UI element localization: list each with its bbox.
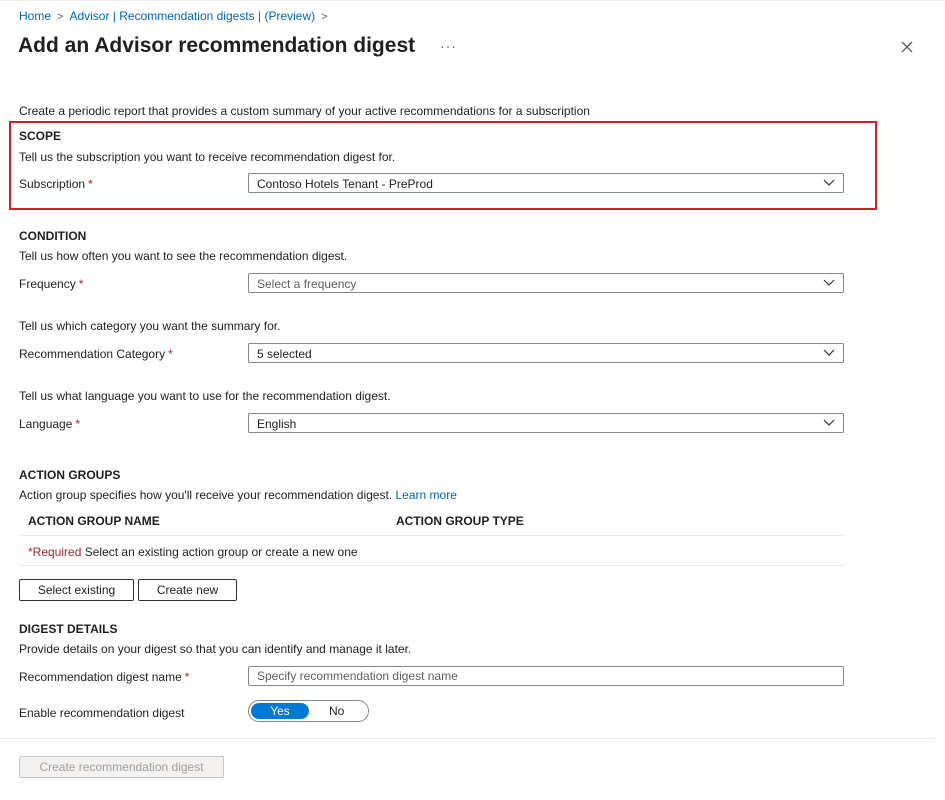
digest-name-input[interactable] bbox=[249, 667, 843, 685]
create-digest-button[interactable]: Create recommendation digest bbox=[19, 756, 224, 778]
close-icon[interactable] bbox=[899, 39, 915, 55]
top-border bbox=[0, 0, 945, 1]
footer-divider bbox=[0, 738, 935, 739]
scope-text: Tell us the subscription you want to rec… bbox=[19, 150, 396, 164]
toggle-yes-option[interactable]: Yes bbox=[251, 703, 309, 719]
action-groups-text: Action group specifies how you'll receiv… bbox=[19, 488, 457, 502]
learn-more-link[interactable]: Learn more bbox=[396, 488, 457, 502]
category-label: Recommendation Category * bbox=[19, 347, 173, 361]
breadcrumb-home[interactable]: Home bbox=[19, 9, 51, 23]
language-label-text: Language bbox=[19, 417, 73, 431]
language-text: Tell us what language you want to use fo… bbox=[19, 389, 391, 403]
table-bottom-divider bbox=[19, 565, 845, 566]
table-row: *Required Select an existing action grou… bbox=[28, 545, 358, 559]
required-star: * bbox=[75, 417, 81, 431]
breadcrumb-separator: > bbox=[57, 11, 64, 23]
digest-name-label-text: Recommendation digest name bbox=[19, 670, 182, 684]
scope-heading: SCOPE bbox=[19, 129, 62, 143]
subscription-label: Subscription * bbox=[19, 177, 93, 191]
create-new-button[interactable]: Create new bbox=[138, 579, 237, 601]
frequency-dropdown[interactable]: Select a frequency bbox=[248, 273, 844, 293]
chevron-down-icon bbox=[823, 179, 835, 186]
language-dropdown[interactable]: English bbox=[248, 413, 844, 433]
category-text: Tell us which category you want the summ… bbox=[19, 319, 281, 333]
more-options-icon[interactable]: ··· bbox=[440, 38, 457, 54]
page-title: Add an Advisor recommendation digest bbox=[18, 34, 416, 57]
subscription-label-text: Subscription bbox=[19, 177, 86, 191]
page-description: Create a periodic report that provides a… bbox=[19, 104, 590, 118]
breadcrumb-advisor[interactable]: Advisor | Recommendation digests | (Prev… bbox=[69, 9, 315, 23]
category-label-text: Recommendation Category bbox=[19, 347, 166, 361]
column-header-type: ACTION GROUP TYPE bbox=[396, 514, 524, 528]
chevron-down-icon bbox=[823, 279, 835, 286]
digest-details-text: Provide details on your digest so that y… bbox=[19, 642, 412, 656]
language-label: Language * bbox=[19, 417, 80, 431]
required-star: * bbox=[78, 277, 84, 291]
column-header-name: ACTION GROUP NAME bbox=[28, 514, 160, 528]
digest-details-heading: DIGEST DETAILS bbox=[19, 622, 118, 636]
required-marker: *Required bbox=[28, 545, 82, 559]
table-header-divider bbox=[19, 535, 845, 536]
subscription-dropdown[interactable]: Contoso Hotels Tenant - PreProd bbox=[248, 173, 844, 193]
breadcrumb-separator: > bbox=[321, 11, 328, 23]
required-star: * bbox=[88, 177, 93, 191]
chevron-down-icon bbox=[823, 419, 835, 426]
chevron-down-icon bbox=[823, 349, 835, 356]
subscription-value: Contoso Hotels Tenant - PreProd bbox=[257, 177, 433, 191]
action-groups-description: Action group specifies how you'll receiv… bbox=[19, 488, 393, 502]
required-star: * bbox=[168, 347, 173, 361]
category-value: 5 selected bbox=[257, 347, 312, 361]
enable-digest-label: Enable recommendation digest bbox=[19, 706, 185, 720]
scope-highlight-box bbox=[9, 121, 877, 210]
required-star: * bbox=[184, 670, 190, 684]
digest-name-field[interactable] bbox=[248, 666, 844, 686]
breadcrumb: Home > Advisor | Recommendation digests | … bbox=[19, 9, 334, 23]
frequency-label-text: Frequency bbox=[19, 277, 76, 291]
select-existing-button[interactable]: Select existing bbox=[19, 579, 134, 601]
frequency-placeholder: Select a frequency bbox=[257, 277, 357, 291]
action-groups-heading: ACTION GROUPS bbox=[19, 468, 121, 482]
language-value: English bbox=[257, 417, 297, 431]
enable-digest-toggle[interactable]: Yes No bbox=[248, 700, 369, 722]
category-dropdown[interactable]: 5 selected bbox=[248, 343, 844, 363]
frequency-label: Frequency * bbox=[19, 277, 83, 291]
toggle-no-option[interactable]: No bbox=[329, 704, 344, 718]
required-message: Select an existing action group or creat… bbox=[84, 545, 358, 559]
frequency-text: Tell us how often you want to see the re… bbox=[19, 249, 348, 263]
digest-name-label: Recommendation digest name * bbox=[19, 670, 189, 684]
condition-heading: CONDITION bbox=[19, 229, 87, 243]
